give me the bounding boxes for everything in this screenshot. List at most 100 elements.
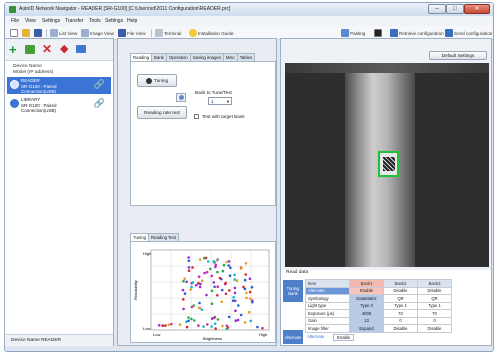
plot-x-axis-label: Brightness (203, 336, 222, 341)
table-row: Gain 13 0 0 (305, 316, 452, 325)
table-row: Alternate Enable Disable Disable (305, 286, 452, 295)
plot-point (197, 282, 200, 285)
send-configuration-button[interactable]: Send configuration (445, 28, 492, 38)
table-cell[interactable]: 4000 (349, 309, 384, 318)
new-file-button[interactable] (10, 28, 18, 38)
plot-point (200, 308, 204, 311)
table-cell[interactable]: Type 1 (383, 301, 418, 310)
tab-tuning[interactable]: Tuning (130, 233, 149, 241)
col-bank3[interactable]: Bank3 (417, 279, 452, 288)
retrieve-configuration-button[interactable]: Retrieve configuration (390, 28, 444, 38)
plot-point (206, 260, 210, 263)
tuning-label: Tuning (153, 78, 169, 83)
file-view-label: File View (127, 30, 146, 36)
table-cell[interactable]: 70 (417, 309, 452, 318)
plot-point (178, 323, 182, 326)
table-cell[interactable]: DataMatrix (349, 294, 384, 303)
test-target-bank-label: Test with target Bank (202, 114, 245, 119)
list-view-button[interactable]: List View (50, 28, 77, 38)
camera-button[interactable] (374, 28, 382, 38)
add-device-icon[interactable]: + (9, 43, 17, 56)
plot-y-low-label: Low (143, 326, 150, 331)
plot-x-low-label: Low (153, 332, 160, 337)
table-cell[interactable]: Type 1 (417, 301, 452, 310)
col-bank2[interactable]: Bank2 (383, 279, 418, 288)
bank-select[interactable]: 1 ▼ (208, 97, 232, 105)
delete-device-icon[interactable]: ✕ (42, 42, 52, 56)
save-icon (34, 29, 42, 37)
menu-settings-2[interactable]: Settings (105, 18, 123, 24)
menu-transfer[interactable]: Transfer (65, 18, 83, 24)
device-row-reader[interactable]: READER SR-G100 : Paired Connection(USB) … (7, 77, 111, 94)
tab-bank[interactable]: Bank (151, 53, 167, 61)
plot-point (247, 310, 251, 314)
pasting-button[interactable]: Pasting (341, 28, 365, 38)
table-cell[interactable]: Expand (349, 324, 384, 333)
list-view-label: List View (59, 30, 78, 36)
plot-point (218, 276, 222, 280)
tab-operation[interactable]: Operation (165, 53, 191, 61)
tab-reading-test[interactable]: Reading Test (147, 233, 179, 241)
copy-device-icon[interactable] (25, 45, 35, 54)
tab-reading[interactable]: Reading (130, 53, 153, 61)
plot-y-high-label: High (143, 251, 151, 256)
maximize-button[interactable]: □ (446, 4, 464, 14)
table-cell[interactable]: 13 (349, 316, 384, 325)
table-row: Light type Type 3 Type 1 Type 1 (305, 301, 452, 310)
disconnect-icon[interactable]: ◆ (60, 43, 68, 56)
camera-image-view[interactable] (285, 63, 489, 267)
pasting-label: Pasting (350, 30, 366, 36)
device-row-library[interactable]: LIBRARY SR-G100 : Paired Connection(USB)… (7, 96, 111, 113)
file-view-button[interactable]: File View (118, 28, 146, 38)
image-view-icon (81, 29, 89, 37)
col-bank1[interactable]: Bank1 (349, 279, 384, 288)
menu-help[interactable]: Help (127, 18, 137, 24)
installation-guide-button[interactable]: Installation Guide (189, 28, 234, 38)
menu-settings[interactable]: Settings (42, 18, 60, 24)
image-view-button[interactable]: Image View (81, 28, 114, 38)
tuning-button[interactable]: Tuning (137, 74, 177, 87)
table-cell[interactable]: Disable (383, 324, 418, 333)
folder-icon (22, 29, 30, 37)
table-cell[interactable]: Disable (417, 286, 452, 295)
plot-point (216, 270, 219, 274)
terminal-button[interactable]: Terminal (155, 28, 181, 38)
table-cell[interactable]: Type 3 (349, 301, 384, 310)
plot-y-axis-label: Readability (133, 280, 138, 300)
open-folder-button[interactable] (22, 28, 30, 38)
table-cell[interactable]: QR (417, 294, 452, 303)
menu-tools[interactable]: Tools (89, 18, 101, 24)
tuning-icon (145, 77, 152, 84)
plot-point (245, 291, 248, 295)
tab-tables[interactable]: Tables (236, 53, 256, 61)
tab-saving-images[interactable]: Saving images (189, 53, 224, 61)
tab-misc[interactable]: Misc (222, 53, 238, 61)
table-cell[interactable]: 0 (417, 316, 452, 325)
test-target-bank-checkbox[interactable] (194, 114, 199, 119)
save-button[interactable] (34, 28, 42, 38)
reading-rate-test-button[interactable]: Reading rate test (137, 106, 187, 119)
table-cell[interactable]: Disable (383, 286, 418, 295)
close-button[interactable]: ✕ (464, 4, 490, 14)
plot-point (164, 324, 167, 327)
tuning-options-button[interactable] (176, 93, 186, 102)
menu-view[interactable]: View (25, 18, 36, 24)
window-title: AutoID Network Navigator - READER [SR-G1… (19, 6, 231, 12)
default-settings-button[interactable]: Default Settings (429, 51, 487, 60)
plot-point (237, 304, 240, 307)
menu-file[interactable]: File (11, 18, 19, 24)
plot-point (187, 266, 191, 269)
table-cell[interactable]: Disable (417, 324, 452, 333)
table-cell[interactable]: 70 (383, 309, 418, 318)
minimize-button[interactable]: – (428, 4, 446, 14)
title-bar[interactable]: AutoID Network Navigator - READER [SR-G1… (5, 3, 493, 16)
plot-point (187, 316, 190, 319)
table-cell[interactable]: 0 (383, 316, 418, 325)
plot-point (212, 260, 216, 263)
settings-tabs: Reading Bank Operation Saving images Mis… (130, 53, 256, 61)
table-cell[interactable]: Enable (349, 286, 384, 295)
network-icon[interactable] (76, 45, 86, 53)
plot-point (210, 274, 214, 278)
plot-point (256, 325, 259, 329)
table-cell[interactable]: QR (383, 294, 418, 303)
